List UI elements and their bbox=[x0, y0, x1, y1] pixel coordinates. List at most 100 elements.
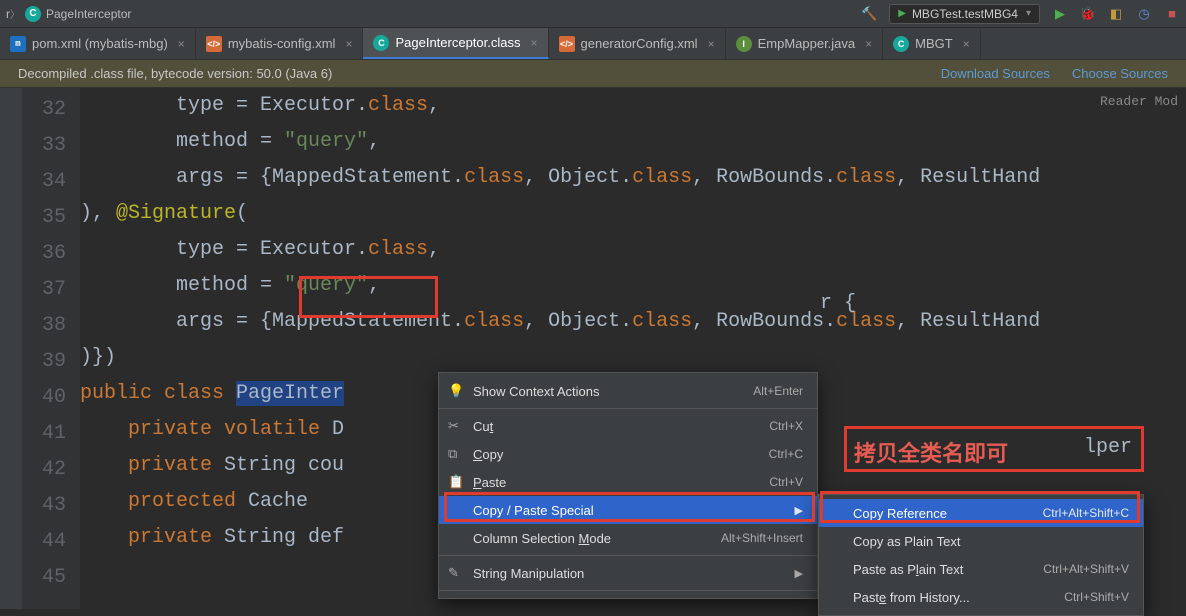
menu-separator bbox=[439, 555, 817, 556]
code-line[interactable]: args = {MappedStatement.class, Object.cl… bbox=[80, 160, 1186, 196]
close-icon[interactable]: × bbox=[865, 37, 872, 51]
menu-item-label: Paste as Plain Text bbox=[853, 562, 963, 577]
choose-sources-link[interactable]: Choose Sources bbox=[1072, 66, 1168, 81]
menu-icon: ✂ bbox=[448, 418, 464, 434]
ctx-item-4[interactable]: 📋 Paste Ctrl+V bbox=[439, 468, 817, 496]
tab-label: MBGT bbox=[915, 36, 953, 51]
code-line bbox=[820, 358, 1132, 394]
code-line[interactable]: method = "query", bbox=[80, 124, 1186, 160]
maven-icon: m bbox=[10, 36, 26, 52]
line-number: 39 bbox=[22, 344, 80, 380]
download-sources-link[interactable]: Download Sources bbox=[941, 66, 1050, 81]
context-submenu: Copy Reference Ctrl+Alt+Shift+C Copy as Pl… bbox=[818, 494, 1144, 616]
menu-item-label: Paste bbox=[473, 475, 506, 490]
close-icon[interactable]: × bbox=[345, 37, 352, 51]
menu-separator bbox=[439, 590, 817, 591]
code-line[interactable]: ), @Signature( bbox=[80, 196, 1186, 232]
class-icon: C bbox=[373, 35, 389, 51]
chevron-right-icon: 〉 bbox=[10, 6, 20, 21]
line-number: 36 bbox=[22, 236, 80, 272]
class-icon: C bbox=[25, 6, 41, 22]
shortcut-label: Alt+Shift+Insert bbox=[697, 531, 803, 545]
line-number: 41 bbox=[22, 416, 80, 452]
coverage-button[interactable]: ◧ bbox=[1108, 6, 1124, 22]
shortcut-label: Ctrl+X bbox=[745, 419, 803, 433]
ctx-item-2[interactable]: ✂ Cut Ctrl+X bbox=[439, 412, 817, 440]
line-number: 38 bbox=[22, 308, 80, 344]
ctx-item-3[interactable]: ⧉CopyCtrl+C bbox=[439, 440, 817, 468]
tab-gcfg[interactable]: </> generatorConfig.xml × bbox=[549, 28, 726, 59]
tab-pom[interactable]: m pom.xml (mybatis-mbg) × bbox=[0, 28, 196, 59]
shortcut-label: Ctrl+V bbox=[745, 475, 803, 489]
chevron-down-icon: ▾ bbox=[1026, 8, 1031, 19]
shortcut-label: Alt+Enter bbox=[729, 384, 803, 398]
code-line[interactable]: type = Executor.class, bbox=[80, 88, 1186, 124]
class-icon: C bbox=[893, 36, 909, 52]
line-number: 43 bbox=[22, 488, 80, 524]
annotation-text: 拷贝全类名即可 bbox=[854, 436, 1008, 468]
line-number: 35 bbox=[22, 200, 80, 236]
xml-icon: </> bbox=[206, 36, 222, 52]
submenu-arrow-icon: ▶ bbox=[771, 567, 803, 580]
breadcrumb-file[interactable]: PageInterceptor bbox=[46, 7, 131, 21]
xml-icon: </> bbox=[559, 36, 575, 52]
line-gutter: 3233343536373839404142434445 bbox=[22, 88, 80, 609]
tab-label: EmpMapper.java bbox=[758, 36, 856, 51]
code-line: r { bbox=[820, 286, 1132, 322]
sub-item-2[interactable]: Paste as Plain Text Ctrl+Alt+Shift+V bbox=[819, 555, 1143, 583]
play-icon: ▶ bbox=[898, 8, 906, 19]
menu-item-label: Column Selection Mode bbox=[473, 531, 611, 546]
stop-button[interactable]: ■ bbox=[1164, 6, 1180, 22]
run-config-label: MBGTest.testMBG4 bbox=[912, 7, 1018, 21]
shortcut-label: Ctrl+Shift+V bbox=[1040, 590, 1129, 604]
menu-item-label: Copy bbox=[473, 447, 503, 462]
close-icon[interactable]: × bbox=[708, 37, 715, 51]
ctx-item-0[interactable]: 💡Show Context ActionsAlt+Enter bbox=[439, 377, 817, 405]
line-number: 44 bbox=[22, 524, 80, 560]
close-icon[interactable]: × bbox=[178, 37, 185, 51]
menu-icon: ✎ bbox=[448, 565, 464, 581]
hammer-icon[interactable]: 🔨 bbox=[861, 6, 877, 22]
menu-item-label: Show Context Actions bbox=[473, 384, 599, 399]
tab-mbgt[interactable]: C MBGT × bbox=[883, 28, 981, 59]
menu-icon: 📋 bbox=[448, 474, 464, 490]
sub-item-1[interactable]: Copy as Plain Text bbox=[819, 527, 1143, 555]
line-number: 45 bbox=[22, 560, 80, 596]
code-line[interactable]: type = Executor.class, bbox=[80, 232, 1186, 268]
close-icon[interactable]: × bbox=[531, 36, 538, 50]
menu-item-label: String Manipulation bbox=[473, 566, 584, 581]
submenu-arrow-icon: ▶ bbox=[771, 504, 803, 517]
reader-mode-label[interactable]: Reader Mod bbox=[1100, 94, 1178, 109]
tab-pint[interactable]: C PageInterceptor.class × bbox=[363, 28, 548, 59]
menu-item-label: Cut bbox=[473, 419, 493, 434]
profile-button[interactable]: ◷ bbox=[1136, 6, 1152, 22]
editor-tabs: mpom.xml (mybatis-mbg)×</>mybatis-config… bbox=[0, 28, 1186, 60]
run-config-select[interactable]: ▶ MBGTest.testMBG4 ▾ bbox=[889, 4, 1040, 24]
context-menu: 💡Show Context ActionsAlt+Enter✂CutCtrl+X… bbox=[438, 372, 818, 599]
top-toolbar: r 〉 C PageInterceptor 🔨 ▶ MBGTest.testMB… bbox=[0, 0, 1186, 28]
sub-item-3[interactable]: Paste from History...Ctrl+Shift+V bbox=[819, 583, 1143, 611]
tab-label: PageInterceptor.class bbox=[395, 35, 520, 50]
tab-label: generatorConfig.xml bbox=[581, 36, 698, 51]
tab-mbc[interactable]: </>mybatis-config.xml× bbox=[196, 28, 364, 59]
sub-item-0[interactable]: Copy Reference Ctrl+Alt+Shift+C bbox=[819, 499, 1143, 527]
tab-label: pom.xml (mybatis-mbg) bbox=[32, 36, 168, 51]
run-button[interactable]: ▶ bbox=[1052, 6, 1068, 22]
code-line bbox=[820, 322, 1132, 358]
line-number: 40 bbox=[22, 380, 80, 416]
ctx-item-8[interactable]: ✎ String Manipulation ▶ bbox=[439, 559, 817, 587]
menu-item-label: Copy as Plain Text bbox=[853, 534, 960, 549]
left-tool-gutter bbox=[0, 88, 22, 609]
shortcut-label: Ctrl+Alt+Shift+V bbox=[1019, 562, 1129, 576]
decompiled-banner: Decompiled .class file, bytecode version… bbox=[0, 60, 1186, 88]
ctx-item-5[interactable]: Copy / Paste Special▶ bbox=[439, 496, 817, 524]
menu-separator bbox=[439, 408, 817, 409]
debug-button[interactable]: 🐞 bbox=[1080, 6, 1096, 22]
tab-emp[interactable]: IEmpMapper.java× bbox=[726, 28, 884, 59]
menu-item-label: Copy Reference bbox=[853, 506, 947, 521]
line-number: 42 bbox=[22, 452, 80, 488]
close-icon[interactable]: × bbox=[963, 37, 970, 51]
shortcut-label: Ctrl+Alt+Shift+C bbox=[1019, 506, 1129, 520]
line-number: 33 bbox=[22, 128, 80, 164]
ctx-item-6[interactable]: Column Selection Mode Alt+Shift+Insert bbox=[439, 524, 817, 552]
